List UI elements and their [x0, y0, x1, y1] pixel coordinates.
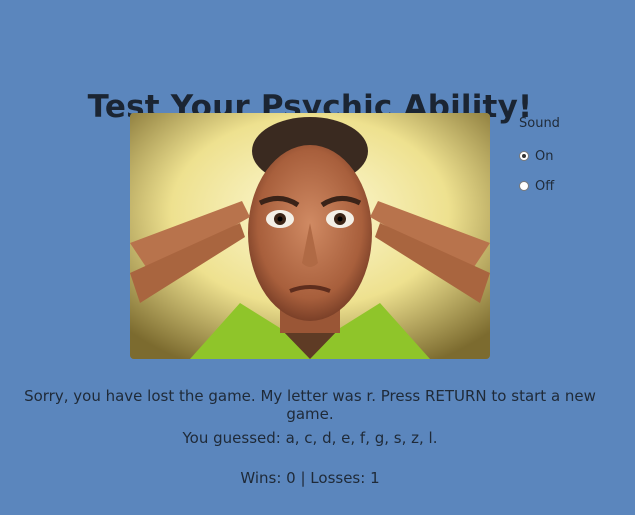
sound-off-radio[interactable] [519, 181, 529, 191]
game-message: Sorry, you have lost the game. My letter… [24, 387, 596, 423]
sound-label: Sound [519, 116, 560, 131]
sound-off-label[interactable]: Off [535, 179, 554, 194]
psychic-man-image [130, 113, 490, 359]
sound-settings: Sound On Off [519, 116, 560, 201]
guessed-letters: You guessed: a, c, d, e, f, g, s, z, l. [182, 429, 438, 447]
sound-on-label[interactable]: On [535, 149, 553, 164]
sound-option-on[interactable]: On [519, 141, 560, 171]
score-display: Wins: 0 | Losses: 1 [240, 469, 380, 487]
sound-on-radio[interactable] [519, 151, 529, 161]
sound-option-off[interactable]: Off [519, 171, 560, 201]
